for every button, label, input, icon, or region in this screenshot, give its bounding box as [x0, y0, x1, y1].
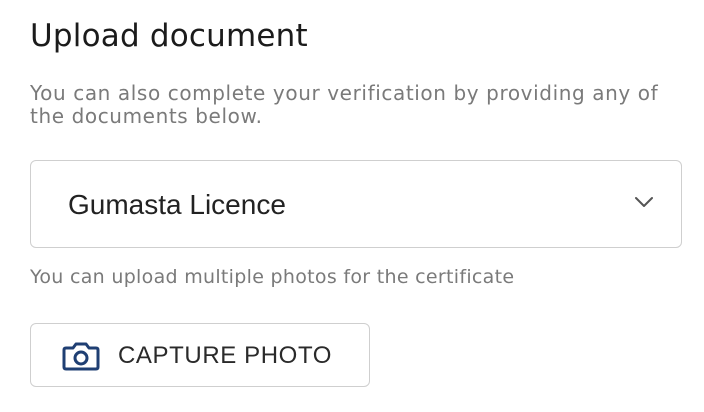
- capture-photo-button[interactable]: CAPTURE PHOTO: [30, 323, 370, 387]
- page-title: Upload document: [30, 18, 308, 54]
- document-type-selected-value: Gumasta Licence: [68, 189, 286, 220]
- instructions-text: You can also complete your verification …: [30, 81, 659, 128]
- document-type-select[interactable]: Gumasta Licence: [30, 160, 682, 248]
- camera-icon: [62, 342, 100, 371]
- upload-hint-text: You can upload multiple photos for the c…: [30, 266, 515, 288]
- chevron-down-icon: [635, 197, 653, 207]
- capture-photo-label: CAPTURE PHOTO: [118, 342, 333, 369]
